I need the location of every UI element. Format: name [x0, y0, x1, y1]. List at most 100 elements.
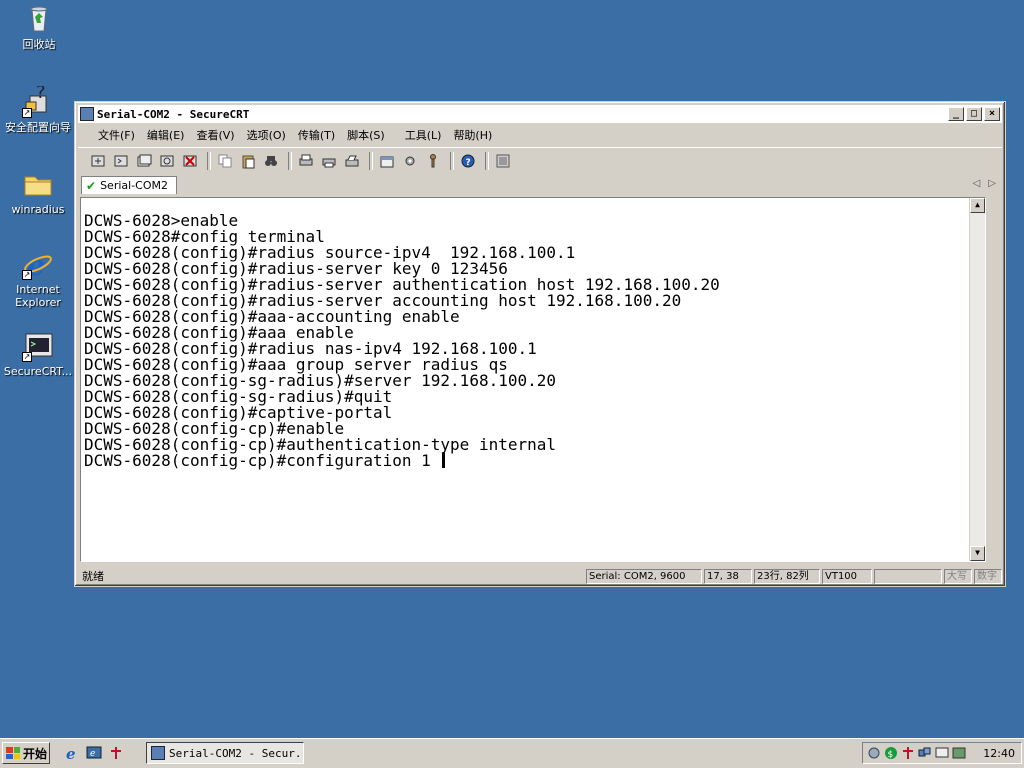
desktop-icon-label: 回收站 — [22, 38, 56, 51]
folder-icon — [22, 168, 54, 200]
taskbar: 开始 e e Serial-COM2 - Secur... $ 12:40 — [0, 738, 1024, 768]
print-selection-icon[interactable] — [319, 151, 339, 171]
svg-text:e: e — [90, 749, 95, 759]
securecrt-icon: ↗ — [22, 330, 54, 362]
securecrt-window: Serial-COM2 - SecureCRT _ □ × 文件(F) 编辑(E… — [74, 101, 1006, 587]
scroll-down-icon[interactable]: ▼ — [970, 546, 985, 561]
tab-label: Serial-COM2 — [100, 179, 168, 192]
desktop-icon-label: Internet Explorer — [15, 283, 61, 309]
windows-logo-icon — [6, 747, 20, 759]
menu-bar: 文件(F) 编辑(E) 查看(V) 选项(O) 传输(T) 脚本(S) 工具(L… — [78, 125, 1002, 145]
shortcut-arrow-icon: ↗ — [22, 352, 32, 362]
terminal-cursor — [442, 453, 446, 468]
ie-quicklaunch-icon[interactable]: e — [64, 745, 80, 763]
start-label: 开始 — [23, 746, 48, 761]
status-connection: Serial: COM2, 9600 — [586, 568, 702, 584]
toolbar: ? — [78, 147, 1002, 174]
status-terminal-size: 23行, 82列 — [754, 568, 820, 584]
start-button[interactable]: 开始 — [2, 742, 50, 764]
connect-icon[interactable] — [88, 151, 108, 171]
desktop-icon-securecrt[interactable]: ↗ SecureCRT... — [0, 330, 76, 378]
status-caps-lock: 大写 — [944, 568, 972, 584]
shortcut-arrow-icon: ↗ — [22, 108, 32, 118]
quick-launch: e e — [64, 745, 124, 763]
print-icon[interactable] — [342, 151, 362, 171]
reconnect-icon[interactable] — [157, 151, 177, 171]
network-quicklaunch-icon[interactable] — [108, 745, 124, 761]
status-blank — [874, 568, 942, 584]
desktop-icon-label: winradius — [11, 203, 65, 216]
desktop-icon-security-wizard[interactable]: ? ↗ 安全配置向导 — [0, 82, 76, 134]
tray-network-icon[interactable] — [901, 746, 915, 760]
window-controls: _ □ × — [948, 107, 1000, 121]
status-emulation: VT100 — [822, 568, 872, 584]
help-icon[interactable]: ? — [458, 151, 478, 171]
maximize-button[interactable]: □ — [966, 107, 982, 121]
menu-script[interactable]: 脚本(S) — [341, 127, 391, 143]
system-tray: $ 12:40 — [862, 742, 1022, 764]
menu-tools[interactable]: 工具(L) — [399, 127, 448, 143]
print-setup-icon[interactable] — [296, 151, 316, 171]
copy-icon[interactable] — [215, 151, 235, 171]
quick-connect-icon[interactable] — [111, 151, 131, 171]
menu-transfer[interactable]: 传输(T) — [292, 127, 341, 143]
terminal-lines: DCWS-6028>enable DCWS-6028#config termina… — [84, 213, 985, 469]
desktop-icon-label: 安全配置向导 — [5, 121, 71, 134]
recycle-bin-icon — [23, 3, 55, 35]
session-options-icon[interactable] — [377, 151, 397, 171]
securecrt-app-icon[interactable] — [80, 107, 94, 121]
tab-bar: ✔ Serial-COM2 ◁ ▷ — [78, 175, 1002, 195]
tab-scroll-left-icon[interactable]: ◁ — [973, 178, 981, 189]
title-bar[interactable]: Serial-COM2 - SecureCRT _ □ × — [78, 105, 1002, 123]
minimize-button[interactable]: _ — [948, 107, 964, 121]
tray-security-icon[interactable]: $ — [884, 746, 898, 760]
taskbar-securecrt-button[interactable]: Serial-COM2 - Secur... — [146, 742, 304, 764]
tab-serial-com2[interactable]: ✔ Serial-COM2 — [81, 176, 177, 194]
svg-text:?: ? — [36, 86, 46, 103]
terminal-line-text: DCWS-6028(config-cp)#configuration 1 — [84, 451, 441, 470]
task-label: Serial-COM2 - Secur... — [169, 746, 304, 760]
window-title: Serial-COM2 - SecureCRT — [97, 107, 250, 121]
tray-monitor-icon[interactable] — [935, 746, 949, 760]
desktop-icon-winradius[interactable]: winradius — [0, 168, 76, 216]
desktop-quicklaunch-icon[interactable]: e — [86, 745, 102, 761]
global-options-icon[interactable] — [400, 151, 420, 171]
svg-text:?: ? — [466, 158, 471, 168]
close-button[interactable]: × — [984, 107, 1000, 121]
paste-icon[interactable] — [238, 151, 258, 171]
menu-view[interactable]: 查看(V) — [190, 127, 240, 143]
svg-text:$: $ — [888, 750, 894, 760]
menu-help[interactable]: 帮助(H) — [447, 127, 498, 143]
connected-check-icon: ✔ — [86, 178, 97, 193]
tab-scroll-right-icon[interactable]: ▷ — [988, 178, 996, 189]
security-wizard-icon: ? ↗ — [22, 82, 54, 118]
securecrt-task-icon — [151, 746, 165, 760]
shortcut-arrow-icon: ↗ — [22, 270, 32, 280]
sftp-icon[interactable] — [493, 151, 513, 171]
menu-edit[interactable]: 编辑(E) — [141, 127, 191, 143]
find-icon[interactable] — [261, 151, 281, 171]
tray-connection-icon[interactable] — [918, 746, 932, 760]
status-cursor-position: 17, 38 — [704, 568, 752, 584]
scroll-up-icon[interactable]: ▲ — [970, 198, 985, 213]
tray-tools-icon[interactable] — [952, 746, 966, 760]
tab-navigation: ◁ ▷ — [973, 178, 996, 189]
disconnect-icon[interactable] — [180, 151, 200, 171]
desktop-icon-internet-explorer[interactable]: e ↗ Internet Explorer — [0, 248, 76, 309]
clock: 12:40 — [983, 746, 1015, 760]
desktop-icon-recycle-bin[interactable]: 回收站 — [1, 3, 77, 51]
terminal-line: DCWS-6028(config-cp)#configuration 1 — [84, 453, 985, 469]
status-ready: 就绪 — [82, 570, 104, 583]
connect-tab-icon[interactable] — [134, 151, 154, 171]
internet-explorer-icon: e ↗ — [22, 248, 54, 282]
menu-file[interactable]: 文件(F) — [92, 127, 141, 143]
status-bar: 就绪 Serial: COM2, 9600 17, 38 23行, 82列 VT… — [78, 567, 1002, 585]
desktop-icon-label: SecureCRT... — [3, 365, 73, 378]
tray-app-icon[interactable] — [867, 746, 881, 760]
menu-options[interactable]: 选项(O) — [241, 127, 292, 143]
svg-text:e: e — [66, 745, 76, 761]
status-num-lock: 数字 — [974, 568, 1002, 584]
vertical-scrollbar[interactable]: ▲ ▼ — [969, 198, 985, 561]
key-map-icon[interactable] — [423, 151, 443, 171]
terminal-output[interactable]: DCWS-6028>enable DCWS-6028#config termina… — [80, 197, 986, 562]
